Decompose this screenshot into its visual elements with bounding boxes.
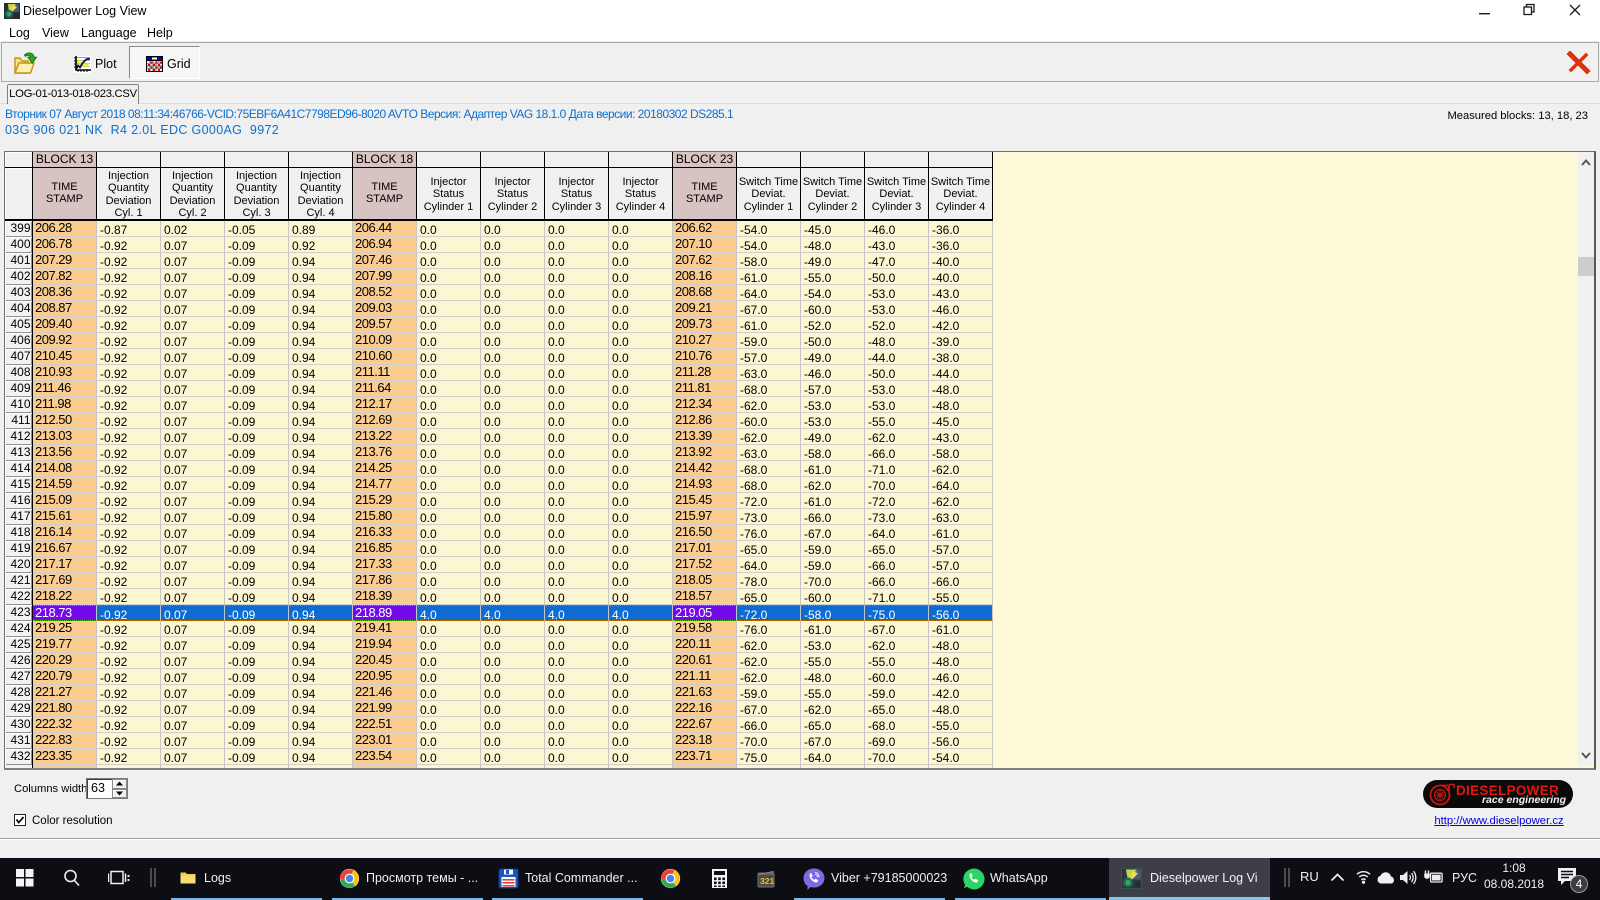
svg-text:321: 321 [760,876,774,886]
svg-text:4: 4 [1576,877,1583,891]
